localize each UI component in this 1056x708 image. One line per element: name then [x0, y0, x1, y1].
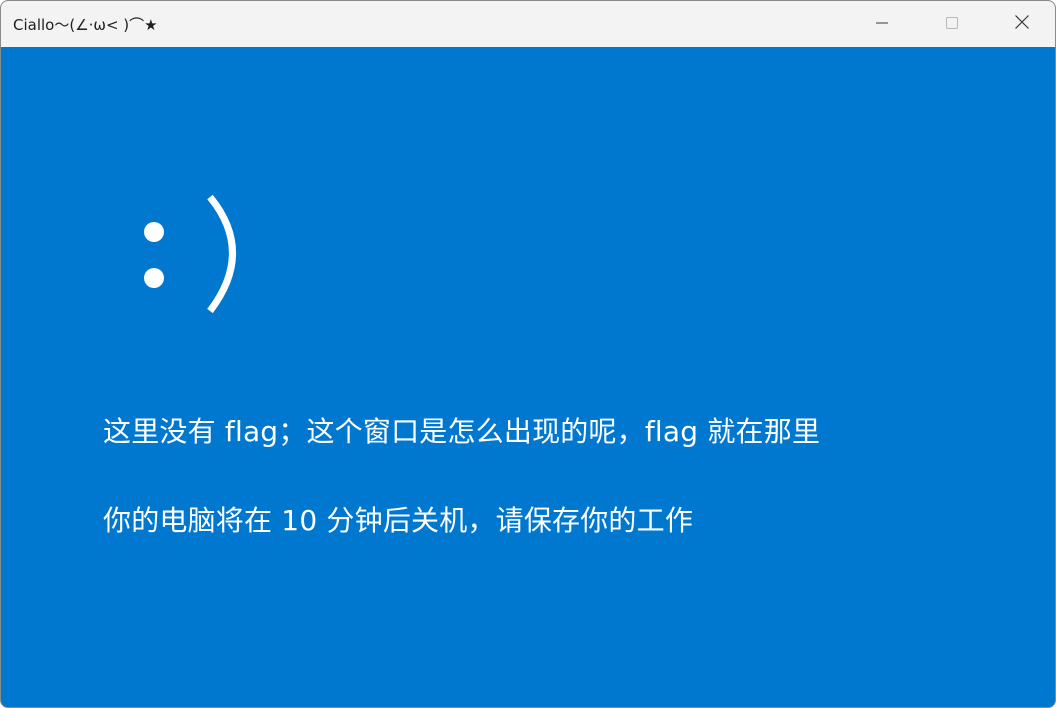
blue-screen-content: 这里没有 flag；这个窗口是怎么出现的呢，flag 就在那里 你的电脑将在 1…: [1, 47, 1055, 707]
smiley-emoticon: [135, 187, 255, 317]
flag-message: 这里没有 flag；这个窗口是怎么出现的呢，flag 就在那里: [103, 415, 821, 448]
shutdown-warning: 你的电脑将在 10 分钟后关机，请保存你的工作: [103, 504, 694, 537]
window-title: Ciallo～(∠·ω< )⌒★: [13, 16, 158, 34]
minimize-button[interactable]: [847, 1, 917, 47]
app-window: Ciallo～(∠·ω< )⌒★ 这里没有 flag；这个窗口是怎么出现的呢，f…: [0, 0, 1056, 708]
title-bar[interactable]: Ciallo～(∠·ω< )⌒★: [1, 1, 1055, 47]
maximize-button[interactable]: [917, 1, 987, 47]
maximize-icon: [945, 15, 959, 34]
close-button[interactable]: [987, 1, 1055, 47]
close-icon: [1014, 14, 1030, 34]
minimize-icon: [875, 15, 889, 34]
